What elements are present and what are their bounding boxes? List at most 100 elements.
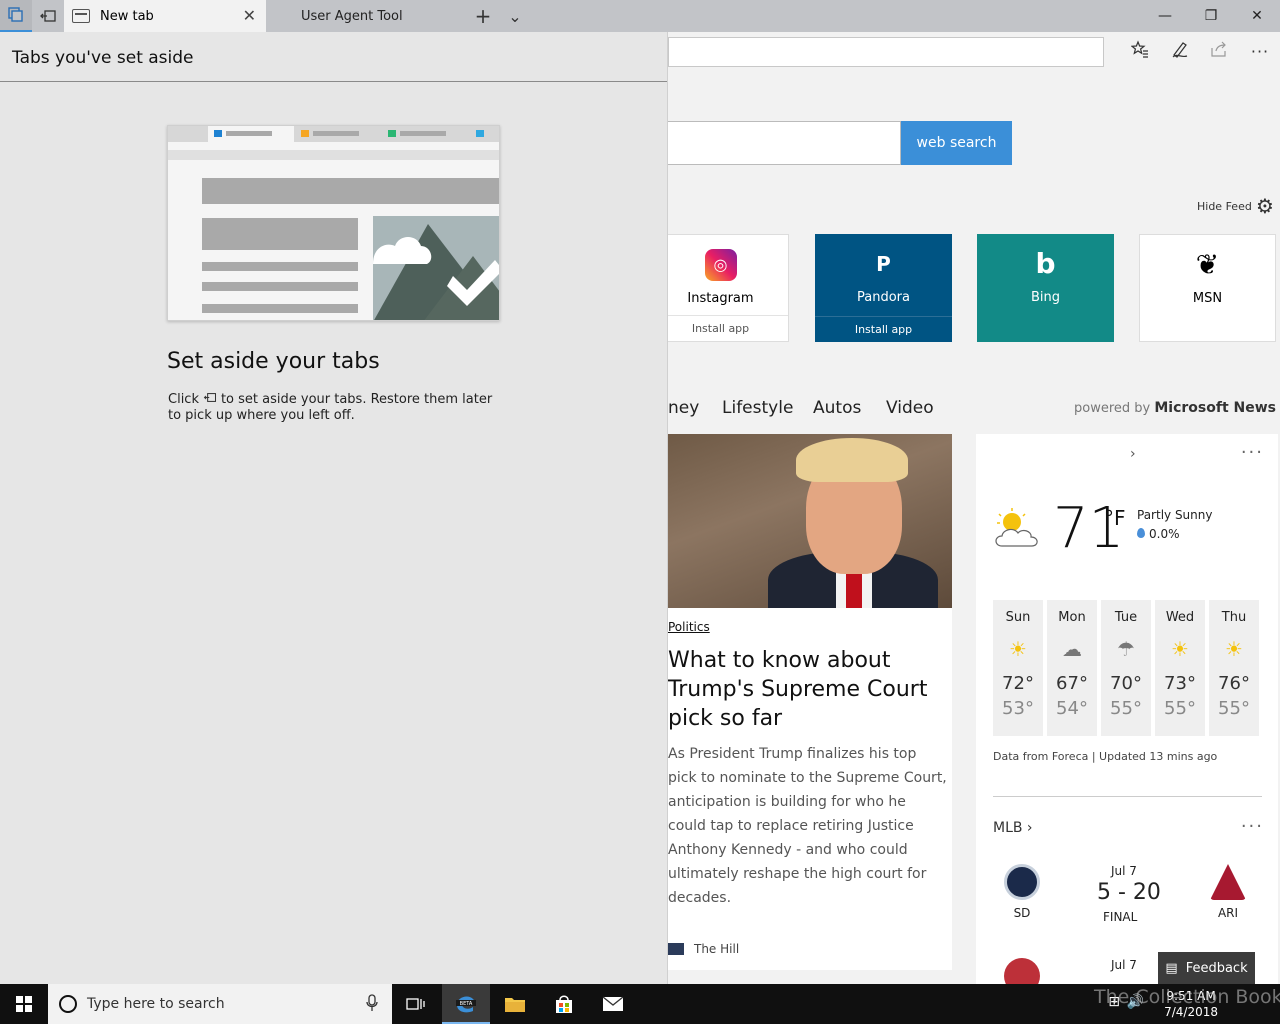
tab-strip: New tab ✕ User Agent Tool + ⌄ — ❐ ✕: [0, 0, 1280, 32]
tile-instagram[interactable]: ◎ Instagram Install app: [668, 234, 789, 342]
weather-footer: Data from Foreca | Updated 13 mins ago: [993, 750, 1218, 763]
file-explorer-icon[interactable]: [491, 984, 539, 1024]
gear-icon[interactable]: ⚙: [1256, 194, 1274, 218]
start-button[interactable]: [0, 984, 48, 1024]
feedback-icon: ▤: [1165, 960, 1178, 976]
more-options-icon[interactable]: ···: [1241, 442, 1264, 463]
team-red-sox[interactable]: [1002, 958, 1042, 984]
game-status: FINAL: [1103, 910, 1138, 924]
install-app-link[interactable]: Install app: [815, 316, 952, 342]
red-sox-logo-icon: [1004, 958, 1040, 984]
news-tab-money[interactable]: ney: [668, 398, 699, 418]
set-aside-illustration: [167, 125, 500, 321]
store-icon[interactable]: [540, 984, 588, 1024]
forecast-day[interactable]: Sun ☀ 72° 53°: [993, 600, 1043, 736]
weather-condition: Partly Sunny: [1137, 508, 1213, 522]
web-search-button[interactable]: web search: [901, 121, 1012, 165]
new-tab-favicon-icon: [72, 9, 90, 23]
msn-icon: ❦: [1195, 248, 1220, 281]
address-input[interactable]: [668, 37, 1104, 67]
forecast-day-name: Thu: [1221, 610, 1247, 625]
temperature-unit[interactable]: °F: [1104, 506, 1126, 530]
taskbar-search-box[interactable]: Type here to search: [48, 984, 392, 1024]
forecast-day[interactable]: Wed ☀ 73° 55°: [1155, 600, 1205, 736]
team-padres[interactable]: SD: [1002, 864, 1042, 920]
forecast-day[interactable]: Mon ☁ 67° 54°: [1047, 600, 1097, 736]
news-article-card[interactable]: Politics What to know about Trump's Supr…: [668, 434, 952, 970]
mail-icon[interactable]: [589, 984, 637, 1024]
powered-by-brand: Microsoft News: [1154, 400, 1276, 416]
feedback-button[interactable]: ▤ Feedback: [1158, 952, 1255, 984]
forecast-day-name: Sun: [1005, 610, 1031, 625]
tab-label: New tab: [100, 8, 154, 24]
team-diamondbacks[interactable]: ARI: [1208, 864, 1248, 920]
news-tab-video[interactable]: Video: [886, 398, 934, 418]
forecast-low: 53°: [1002, 698, 1034, 719]
forecast-high: 70°: [1110, 673, 1142, 694]
set-aside-tabs-icon[interactable]: [32, 0, 64, 32]
forecast-day[interactable]: Tue ☂ 70° 55°: [1101, 600, 1151, 736]
team-abbr: SD: [1013, 906, 1031, 920]
new-tab-button[interactable]: +: [467, 0, 499, 32]
tile-name: MSN: [1192, 291, 1223, 306]
taskbar-search-placeholder: Type here to search: [87, 996, 225, 1012]
task-view-icon[interactable]: [392, 984, 440, 1024]
tab-new-tab[interactable]: New tab ✕: [64, 0, 266, 32]
sun-icon: ☀: [1171, 637, 1189, 661]
tile-pandora[interactable]: P Pandora Install app: [815, 234, 952, 342]
powered-by-prefix: powered by: [1073, 401, 1151, 416]
tab-label: User Agent Tool: [301, 8, 403, 24]
more-options-icon[interactable]: ···: [1248, 40, 1272, 64]
tile-msn[interactable]: ❦ MSN: [1139, 234, 1276, 342]
partly-sunny-icon: [995, 508, 1038, 547]
tile-bing[interactable]: b Bing: [977, 234, 1114, 342]
forecast-high: 76°: [1218, 673, 1250, 694]
tab-list-chevron-down-icon[interactable]: ⌄: [499, 0, 531, 32]
close-window-button[interactable]: ✕: [1234, 0, 1280, 32]
padres-logo-icon: [1004, 864, 1040, 900]
minimize-button[interactable]: —: [1142, 0, 1188, 32]
share-icon[interactable]: [1207, 40, 1231, 64]
set-aside-tabs-icon: [203, 392, 221, 406]
forecast-day-name: Mon: [1058, 610, 1086, 625]
article-source-name: The Hill: [694, 942, 740, 956]
edge-beta-icon[interactable]: BETA: [442, 984, 490, 1024]
forecast-low: 54°: [1056, 698, 1088, 719]
more-options-icon[interactable]: ···: [1241, 816, 1264, 837]
sun-icon: ☀: [1225, 637, 1243, 661]
the-hill-logo-icon: [668, 943, 684, 955]
precipitation: 0.0%: [1137, 527, 1180, 541]
news-tab-autos[interactable]: Autos: [813, 398, 861, 418]
article-category[interactable]: Politics: [668, 620, 710, 634]
game-score: 5 - 20: [1097, 880, 1161, 905]
tabs-aside-icon[interactable]: [0, 0, 32, 32]
web-search-input[interactable]: [668, 121, 901, 165]
forecast-low: 55°: [1110, 698, 1142, 719]
mlb-section-link[interactable]: MLB ›: [993, 820, 1033, 836]
address-bar-area: ···: [668, 32, 1280, 72]
favorites-hub-icon[interactable]: [1128, 40, 1152, 64]
raindrop-icon: [1137, 528, 1145, 538]
forecast-day[interactable]: Thu ☀ 76° 55°: [1209, 600, 1259, 736]
forecast-day-name: Wed: [1165, 610, 1195, 625]
chevron-right-icon[interactable]: ›: [1130, 446, 1136, 462]
microphone-icon[interactable]: [366, 994, 378, 1016]
tab-user-agent-tool[interactable]: User Agent Tool: [266, 0, 466, 32]
game-date: Jul 7: [1111, 864, 1137, 878]
set-aside-description: Click to set aside your tabs. Restore th…: [168, 391, 498, 424]
hide-feed-link[interactable]: Hide Feed: [1197, 200, 1252, 213]
article-title[interactable]: What to know about Trump's Supreme Court…: [668, 646, 948, 733]
new-tab-page: web search Hide Feed ⚙ ◎ Instagram Insta…: [668, 72, 1280, 984]
game-date: Jul 7: [1111, 958, 1137, 972]
close-tab-icon[interactable]: ✕: [243, 6, 256, 25]
divider: [993, 796, 1262, 797]
weather-card: › ··· 71 °F Partly Sunny 0.0% Sun ☀ 72° …: [976, 434, 1278, 984]
forecast-high: 73°: [1164, 673, 1196, 694]
svg-text:BETA: BETA: [460, 1001, 473, 1007]
pen-notes-icon[interactable]: [1168, 40, 1192, 64]
news-tab-lifestyle[interactable]: Lifestyle: [722, 398, 793, 418]
restore-button[interactable]: ❐: [1188, 0, 1234, 32]
install-app-link[interactable]: Install app: [668, 315, 788, 341]
forecast-low: 55°: [1164, 698, 1196, 719]
forecast-high: 72°: [1002, 673, 1034, 694]
